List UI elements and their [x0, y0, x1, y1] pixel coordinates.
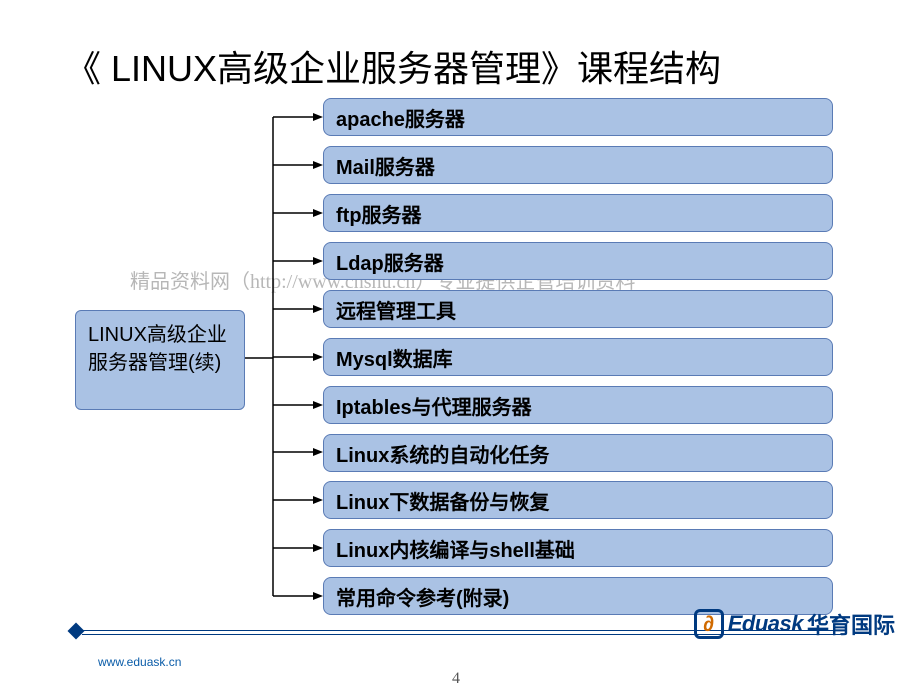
slide-title: 《 LINUX高级企业服务器管理》课程结构	[65, 40, 721, 92]
topic-node: Iptables与代理服务器	[323, 386, 833, 424]
brand-logo: ∂ Eduask 华育国际	[694, 608, 895, 640]
topic-node: ftp服务器	[323, 194, 833, 232]
brand-name-en: Eduask	[728, 611, 803, 637]
topic-node: apache服务器	[323, 98, 833, 136]
topic-node: Linux内核编译与shell基础	[323, 529, 833, 567]
connector-lines	[245, 95, 325, 620]
page-number: 4	[452, 670, 460, 688]
topic-node: Linux下数据备份与恢复	[323, 481, 833, 519]
topic-node: 远程管理工具	[323, 290, 833, 328]
brand-mark-icon: ∂	[694, 609, 724, 639]
root-node: LINUX高级企业服务器管理(续)	[75, 310, 245, 410]
topic-node: Mail服务器	[323, 146, 833, 184]
topic-node: Linux系统的自动化任务	[323, 434, 833, 472]
footer-url: www.eduask.cn	[98, 655, 181, 669]
brand-name-cn: 华育国际	[807, 608, 895, 640]
topic-node: Mysql数据库	[323, 338, 833, 376]
topic-node: Ldap服务器	[323, 242, 833, 280]
arrow-group	[273, 113, 323, 600]
